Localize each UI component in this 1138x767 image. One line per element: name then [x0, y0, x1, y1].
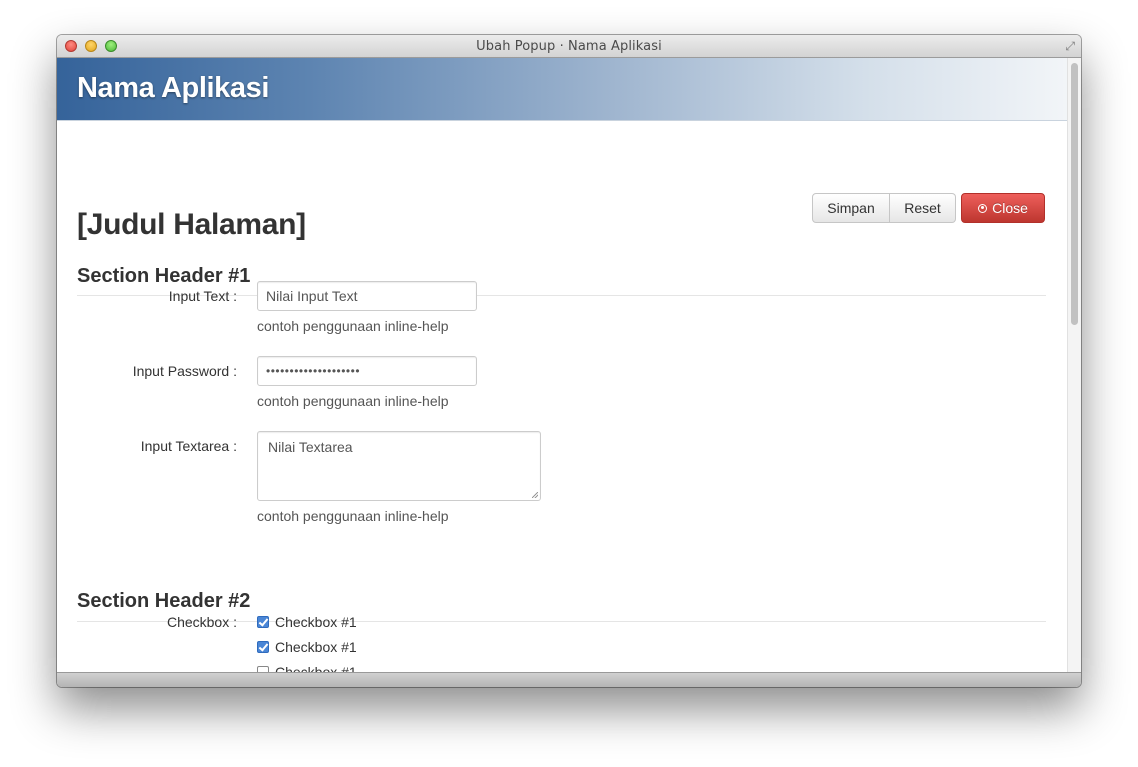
checkbox-option[interactable]: Checkbox #1	[257, 614, 357, 630]
fullscreen-icon[interactable]: ⤢	[1065, 39, 1075, 54]
section-header-1: Section Header #1	[77, 265, 251, 287]
save-button[interactable]: Simpan	[812, 193, 890, 223]
checkbox-option[interactable]: Checkbox #1	[257, 639, 357, 655]
page-content: Nama Aplikasi [Judul Halaman] Simpan Res…	[57, 58, 1081, 672]
checkbox-checked-icon[interactable]	[257, 616, 269, 628]
checkbox-option[interactable]: Checkbox #1	[257, 664, 357, 672]
input-text-help: contoh penggunaan inline-help	[257, 318, 449, 334]
vertical-scrollbar[interactable]	[1067, 58, 1081, 672]
page-title: [Judul Halaman]	[77, 208, 306, 241]
input-password-help: contoh penggunaan inline-help	[257, 393, 449, 409]
close-button-label: Close	[992, 200, 1028, 216]
textarea-value: Nilai Textarea	[268, 439, 353, 455]
app-brand: Nama Aplikasi	[77, 72, 269, 104]
scrollbar-thumb[interactable]	[1071, 63, 1078, 325]
window-title: Ubah Popup · Nama Aplikasi	[476, 39, 662, 54]
section-header-2: Section Header #2	[77, 590, 251, 612]
input-password-label: Input Password :	[132, 363, 237, 379]
input-textarea-help: contoh penggunaan inline-help	[257, 508, 449, 524]
input-text-label: Input Text :	[168, 288, 237, 304]
input-textarea-label: Input Textarea :	[140, 438, 237, 454]
checkbox-checked-icon[interactable]	[257, 641, 269, 653]
checkbox-group-label: Checkbox :	[166, 614, 237, 630]
textarea-field[interactable]: Nilai Textarea	[257, 431, 541, 501]
password-field[interactable]: ••••••••••••••••••••	[257, 356, 477, 386]
password-value: ••••••••••••••••••••	[266, 364, 361, 378]
checkbox-option-label: Checkbox #1	[275, 614, 357, 630]
popup-window: Ubah Popup · Nama Aplikasi ⤢ Nama Aplika…	[57, 35, 1081, 687]
checkbox-option-label: Checkbox #1	[275, 639, 357, 655]
close-button[interactable]: Close	[961, 193, 1045, 223]
circle-x-icon	[978, 203, 988, 213]
reset-button[interactable]: Reset	[890, 193, 956, 223]
checkbox-option-label: Checkbox #1	[275, 664, 357, 672]
app-header-banner: Nama Aplikasi	[57, 58, 1067, 121]
window-bottom-bar	[57, 672, 1081, 687]
title-bar[interactable]: Ubah Popup · Nama Aplikasi ⤢	[57, 35, 1081, 58]
action-button-group: Simpan Reset	[812, 193, 956, 223]
resize-grip-icon[interactable]	[532, 492, 538, 498]
input-text-value: Nilai Input Text	[266, 288, 358, 304]
input-text-field[interactable]: Nilai Input Text	[257, 281, 477, 311]
